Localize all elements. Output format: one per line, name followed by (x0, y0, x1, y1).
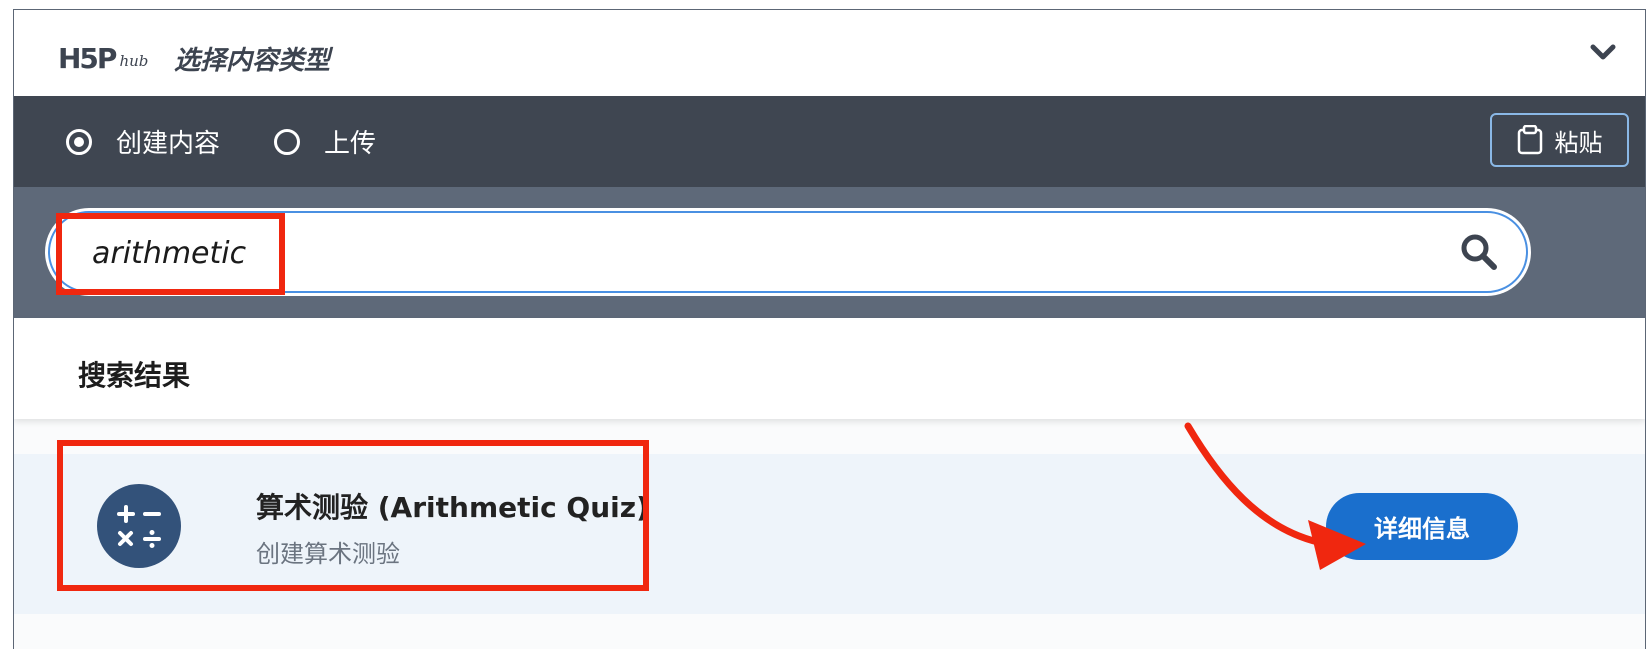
tab-label: 创建内容 (116, 129, 221, 159)
chevron-down-icon[interactable] (1589, 40, 1617, 64)
clipboard-icon (1517, 125, 1542, 155)
tab-upload[interactable]: 上传 (274, 96, 376, 187)
results-heading-bar: 搜索结果 (14, 318, 1645, 419)
highlight-box-search (56, 213, 285, 295)
paste-button[interactable]: 粘贴 (1490, 113, 1629, 167)
annotation-arrow-icon (1184, 422, 1366, 570)
tab-create-content[interactable]: 创建内容 (66, 96, 220, 187)
results-heading: 搜索结果 (78, 359, 191, 392)
highlight-box-result (57, 440, 649, 591)
paste-button-label: 粘贴 (1554, 128, 1603, 157)
tab-bar: 创建内容 上传 粘贴 (14, 96, 1645, 187)
tab-label: 上传 (324, 129, 377, 159)
search-icon[interactable] (1460, 233, 1498, 271)
radio-checked-icon[interactable] (66, 128, 92, 155)
logo-sub-text: hub (119, 52, 149, 70)
radio-unchecked-icon[interactable] (274, 128, 300, 155)
search-input[interactable] (90, 223, 1414, 283)
hub-header[interactable]: H5P hub 选择内容类型 (14, 10, 1645, 96)
hub-title: 选择内容类型 (174, 46, 331, 76)
logo-main-text: H5P (58, 42, 117, 75)
h5p-hub-logo: H5P hub (58, 34, 148, 74)
